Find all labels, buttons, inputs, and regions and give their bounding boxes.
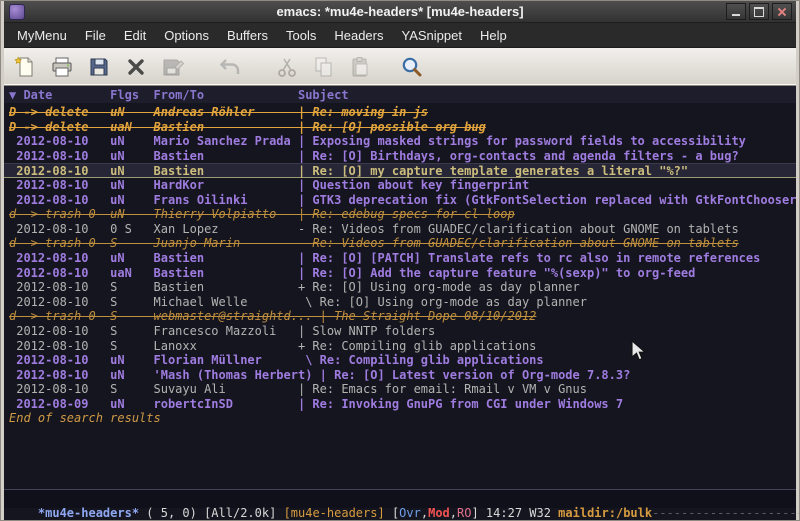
minimize-button[interactable] [726, 3, 746, 20]
message-row[interactable]: 2012-08-10 uN Florian Müllner \ Re: Comp… [9, 353, 796, 368]
menu-item-yasnippet[interactable]: YASnippet [392, 25, 470, 46]
menu-item-options[interactable]: Options [155, 25, 218, 46]
tool-bar [4, 48, 796, 86]
close-icon [777, 7, 787, 17]
menu-item-edit[interactable]: Edit [115, 25, 155, 46]
close-button[interactable] [772, 3, 792, 20]
copy-button[interactable] [311, 54, 337, 80]
cut-button[interactable] [274, 54, 300, 80]
search-button[interactable] [399, 54, 425, 80]
window-controls [723, 3, 792, 20]
message-row[interactable]: 2012-08-09 uN robertcInSD | Re: Invoking… [9, 397, 796, 412]
end-of-results: End of search results [9, 411, 796, 426]
message-row[interactable]: 2012-08-10 uaN Bastien | Re: [O] Add the… [9, 266, 796, 281]
cut-icon [275, 55, 299, 79]
maximize-icon [754, 7, 764, 17]
modeline-position: ( 5, 0) [All/2.0k] [139, 506, 284, 520]
menu-item-headers[interactable]: Headers [325, 25, 392, 46]
modeline-major-mode: [mu4e-headers] [284, 506, 385, 520]
paste-icon [349, 55, 373, 79]
message-row[interactable]: d -> trash 0 S webmaster@straightd... | … [9, 309, 796, 324]
message-row[interactable]: D -> delete uaN Bastien | Re: [O] possib… [9, 120, 796, 135]
minimize-icon [732, 7, 740, 16]
message-row[interactable]: 2012-08-10 uN Bastien | Re: [O] [PATCH] … [9, 251, 796, 266]
print-button[interactable] [49, 54, 75, 80]
message-row[interactable]: 2012-08-10 uN Bastien | Re: [O] Birthday… [9, 149, 796, 164]
modeline-maildir: maildir:/bulk [558, 506, 652, 520]
new-file-icon [13, 55, 37, 79]
message-row[interactable]: 2012-08-10 S Francesco Mazzoli | Slow NN… [9, 324, 796, 339]
save-icon [87, 55, 111, 79]
window-title: emacs: *mu4e-headers* [mu4e-headers] [4, 4, 796, 19]
menu-item-help[interactable]: Help [471, 25, 516, 46]
modeline-buffer-name: *mu4e-headers* [38, 506, 139, 520]
message-row[interactable]: d -> trash 0 S Juanjo Marin - Re: Videos… [9, 236, 796, 251]
message-row[interactable]: D -> delete uN Andreas Röhler | Re: movi… [9, 105, 796, 120]
copy-icon [312, 55, 336, 79]
message-row[interactable]: d -> trash 0 uN Thierry Volpiatto | Re: … [9, 207, 796, 222]
message-row[interactable]: 2012-08-10 0 S Xan Lopez - Re: Videos fr… [9, 222, 796, 237]
search-icon [400, 55, 424, 79]
undo-button[interactable] [217, 54, 243, 80]
undo-icon [218, 55, 242, 79]
maximize-button[interactable] [749, 3, 769, 20]
close-buffer-icon [124, 55, 148, 79]
menu-item-buffers[interactable]: Buffers [218, 25, 277, 46]
emacs-window: emacs: *mu4e-headers* [mu4e-headers] MyM… [0, 0, 800, 521]
modeline-clock: 14:27 W32 [486, 506, 558, 520]
menu-bar: MyMenu File Edit Options Buffers Tools H… [4, 23, 796, 48]
print-icon [50, 55, 74, 79]
message-row[interactable]: 2012-08-10 S Lanoxx + Re: Compiling glib… [9, 339, 796, 354]
modeline-readonly: RO [457, 506, 471, 520]
paste-button[interactable] [348, 54, 374, 80]
modeline-sep: , [421, 506, 428, 520]
header-line[interactable]: ▼ Date Flgs From/To Subject [4, 86, 796, 103]
menu-item-mymenu[interactable]: MyMenu [8, 25, 76, 46]
close-buffer-button[interactable] [123, 54, 149, 80]
message-row[interactable]: 2012-08-10 uN Mario Sanchez Prada | Expo… [9, 134, 796, 149]
modeline-filler: ------------------------ [652, 506, 800, 520]
message-row-current[interactable]: 2012-08-10 uN Bastien | Re: [O] my captu… [4, 163, 796, 178]
save-as-button[interactable] [160, 54, 186, 80]
modeline-overwrite: Ovr [399, 506, 421, 520]
new-file-button[interactable] [12, 54, 38, 80]
message-row[interactable]: 2012-08-10 uN HardKor | Question about k… [9, 178, 796, 193]
headers-buffer: D -> delete uN Andreas Röhler | Re: movi… [4, 103, 796, 489]
save-button[interactable] [86, 54, 112, 80]
modeline-sep: , [450, 506, 457, 520]
message-row[interactable]: 2012-08-10 S Michael Welle \ Re: [O] Usi… [9, 295, 796, 310]
title-bar: emacs: *mu4e-headers* [mu4e-headers] [4, 1, 796, 23]
menu-item-file[interactable]: File [76, 25, 115, 46]
menu-item-tools[interactable]: Tools [277, 25, 325, 46]
mode-line[interactable]: *mu4e-headers* ( 5, 0) [All/2.0k] [mu4e-… [4, 489, 796, 508]
modeline-modified: Mod [428, 506, 450, 520]
modeline-bracket: ] [471, 506, 485, 520]
message-row[interactable]: 2012-08-10 S Bastien + Re: [O] Using org… [9, 280, 796, 295]
message-row[interactable]: 2012-08-10 uN 'Mash (Thomas Herbert) | R… [9, 368, 796, 383]
message-row[interactable]: 2012-08-10 S Suvayu Ali | Re: Emacs for … [9, 382, 796, 397]
modeline-bracket: [ [385, 506, 399, 520]
message-row[interactable]: 2012-08-10 uN Frans Oilinki | GTK3 depre… [9, 193, 796, 208]
save-as-icon [161, 55, 185, 79]
